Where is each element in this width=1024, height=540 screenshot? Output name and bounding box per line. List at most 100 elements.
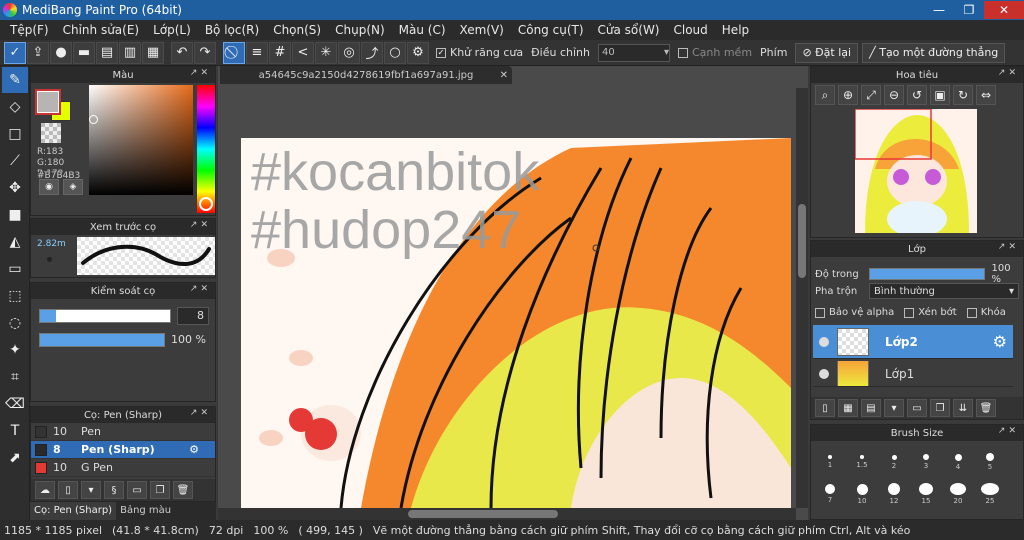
brush-size-option[interactable]: 1.5 bbox=[847, 451, 877, 473]
curve-snap-icon[interactable]: ⤴ bbox=[361, 41, 383, 64]
hue-slider[interactable] bbox=[197, 85, 215, 213]
brush-tool-icon[interactable]: ✎ bbox=[2, 67, 28, 93]
parallel-snap-icon[interactable]: ≡ bbox=[246, 41, 268, 64]
brush-item-pen[interactable]: 10 Pen bbox=[31, 423, 215, 441]
lock-checkbox[interactable] bbox=[966, 307, 977, 318]
text-tool-icon[interactable]: T bbox=[2, 418, 28, 444]
speech-bubble-icon[interactable]: ▬ bbox=[73, 41, 95, 64]
restore-button[interactable]: ❐ bbox=[954, 1, 984, 19]
gradient-tool-icon[interactable]: ▭ bbox=[2, 256, 28, 282]
duplicate-layer-icon[interactable]: ❐ bbox=[930, 399, 950, 417]
navigator-thumbnail[interactable] bbox=[855, 109, 977, 233]
zoom-in-icon[interactable]: ⊕ bbox=[838, 85, 858, 105]
brush-size-option[interactable]: 20 bbox=[943, 483, 973, 505]
rotate-right-icon[interactable]: ↻ bbox=[953, 85, 973, 105]
menu-cloud[interactable]: Cloud bbox=[667, 23, 715, 37]
undo-icon[interactable]: ↶ bbox=[171, 41, 193, 64]
layer-opacity-slider[interactable] bbox=[868, 268, 986, 280]
minimize-button[interactable]: — bbox=[924, 1, 954, 19]
redo-icon[interactable]: ↷ bbox=[194, 41, 216, 64]
brush-size-option[interactable]: 2 bbox=[879, 451, 909, 473]
main-color-swatch[interactable] bbox=[35, 89, 61, 115]
select-pen-tool-icon[interactable]: ⌗ bbox=[2, 364, 28, 390]
brush-size-option[interactable]: 5 bbox=[975, 451, 1005, 473]
close-button[interactable]: ✕ bbox=[984, 1, 1024, 19]
radial-line-icon[interactable]: ✳ bbox=[315, 41, 337, 64]
brush-size-option[interactable]: 15 bbox=[911, 483, 941, 505]
panel-close-icon[interactable]: ↗✕ bbox=[998, 242, 1019, 252]
color-palette-icon[interactable]: ◈ bbox=[63, 179, 83, 195]
cloud-save-icon[interactable]: ✓ bbox=[4, 41, 26, 64]
brush-size-option[interactable]: 7 bbox=[815, 483, 845, 505]
soft-edge-checkbox[interactable] bbox=[677, 47, 688, 58]
move-tool-icon[interactable]: ✥ bbox=[2, 175, 28, 201]
zoom-out-icon[interactable]: ⊖ bbox=[884, 85, 904, 105]
vertical-scrollbar[interactable] bbox=[796, 88, 808, 508]
brush-opacity-slider[interactable] bbox=[39, 333, 165, 347]
eyedropper-icon[interactable]: ◉ bbox=[39, 179, 59, 195]
panel-close-icon[interactable]: ↗✕ bbox=[190, 408, 211, 418]
straight-line-button[interactable]: ╱ Tạo một đường thẳng bbox=[862, 42, 1006, 63]
radial-snap-icon[interactable]: < bbox=[292, 41, 314, 64]
reset-button[interactable]: ⊘ Đặt lại bbox=[795, 42, 859, 63]
rotate-left-icon[interactable]: ↺ bbox=[907, 85, 927, 105]
menu-file[interactable]: Tệp(F) bbox=[3, 23, 56, 37]
menu-help[interactable]: Help bbox=[715, 23, 756, 37]
hue-slider-knob[interactable] bbox=[199, 197, 213, 211]
close-icon[interactable]: ✕ bbox=[500, 70, 508, 81]
new-layer-icon[interactable]: ▯ bbox=[815, 399, 835, 417]
brush-size-slider[interactable] bbox=[39, 309, 171, 323]
vertical-scroll-thumb[interactable] bbox=[798, 204, 806, 278]
brush-settings-gear-icon[interactable]: ⚙ bbox=[189, 443, 199, 456]
brush-size-option[interactable]: 3 bbox=[911, 451, 941, 473]
upload-icon[interactable]: ⇪ bbox=[27, 41, 49, 64]
fit-window-icon[interactable]: ⤢ bbox=[861, 85, 881, 105]
menu-snap[interactable]: Chụp(N) bbox=[328, 23, 392, 37]
add-layer-dropdown-icon[interactable]: ▾ bbox=[884, 399, 904, 417]
menu-color[interactable]: Màu (C) bbox=[392, 23, 453, 37]
panel-close-icon[interactable]: ↗✕ bbox=[190, 284, 211, 294]
adjust-combo[interactable]: 40 ▾ bbox=[597, 43, 670, 62]
bucket-tool-icon[interactable]: ◭ bbox=[2, 229, 28, 255]
delete-layer-icon[interactable]: 🗑 bbox=[976, 399, 996, 417]
brush-size-option[interactable]: 10 bbox=[847, 483, 877, 505]
add-brush-dropdown-icon[interactable]: ▾ bbox=[81, 481, 101, 499]
antialias-toggle[interactable]: ✓ Khử răng cưa bbox=[436, 46, 523, 59]
layer-item-2[interactable]: Lớp2 ⚙ bbox=[813, 325, 1013, 359]
snap-off-icon[interactable]: ⃠ bbox=[223, 41, 245, 64]
document-tab[interactable]: a54645c9a2150d4278619fbf1a697a91.jpg ✕ bbox=[220, 66, 512, 84]
snap-settings-icon[interactable]: ⚙ bbox=[407, 41, 429, 64]
horizontal-scrollbar[interactable] bbox=[218, 508, 796, 520]
document-icon[interactable]: ▤ bbox=[96, 41, 118, 64]
drawing-canvas[interactable]: #kocanbitok #hudop247 bbox=[241, 138, 791, 508]
menu-view[interactable]: Xem(V) bbox=[453, 23, 511, 37]
protect-alpha-checkbox[interactable] bbox=[815, 307, 825, 318]
layer-item-1[interactable]: Lớp1 bbox=[813, 361, 1013, 387]
new-halftone-layer-icon[interactable]: ▦ bbox=[838, 399, 858, 417]
soft-edge-toggle[interactable]: Cạnh mềm bbox=[677, 46, 752, 59]
merge-layer-icon[interactable]: ⇊ bbox=[953, 399, 973, 417]
brush-script-icon[interactable]: § bbox=[104, 481, 124, 499]
brush-size-option[interactable]: 12 bbox=[879, 483, 909, 505]
menu-layer[interactable]: Lớp(L) bbox=[146, 23, 198, 37]
select-rect-tool-icon[interactable]: ⬚ bbox=[2, 283, 28, 309]
panel-close-icon[interactable]: ↗✕ bbox=[998, 426, 1019, 436]
flip-icon[interactable]: ⇔ bbox=[976, 85, 996, 105]
sv-picker-knob[interactable] bbox=[89, 115, 98, 124]
eraser-tool-icon[interactable]: ◇ bbox=[2, 94, 28, 120]
brush-item-g-pen[interactable]: 10 G Pen bbox=[31, 459, 215, 477]
clip-checkbox[interactable] bbox=[904, 307, 915, 318]
new-brush-icon[interactable]: ▯ bbox=[58, 481, 78, 499]
panel-close-icon[interactable]: ↗✕ bbox=[190, 68, 211, 78]
layer-settings-gear-icon[interactable]: ⚙ bbox=[993, 332, 1007, 351]
brush-size-option[interactable]: 25 bbox=[975, 483, 1005, 505]
menu-select[interactable]: Chọn(S) bbox=[266, 23, 328, 37]
layer-visibility-eye-icon[interactable] bbox=[819, 368, 829, 379]
panel-close-icon[interactable]: ↗✕ bbox=[190, 220, 211, 230]
new-8bit-layer-icon[interactable]: ▤ bbox=[861, 399, 881, 417]
horizontal-scroll-thumb[interactable] bbox=[408, 510, 558, 518]
panel-close-icon[interactable]: ↗✕ bbox=[998, 68, 1019, 78]
brush-size-option[interactable]: 4 bbox=[943, 451, 973, 473]
magic-wand-tool-icon[interactable]: ✦ bbox=[2, 337, 28, 363]
tab-palette[interactable]: Bảng màu bbox=[116, 502, 175, 520]
